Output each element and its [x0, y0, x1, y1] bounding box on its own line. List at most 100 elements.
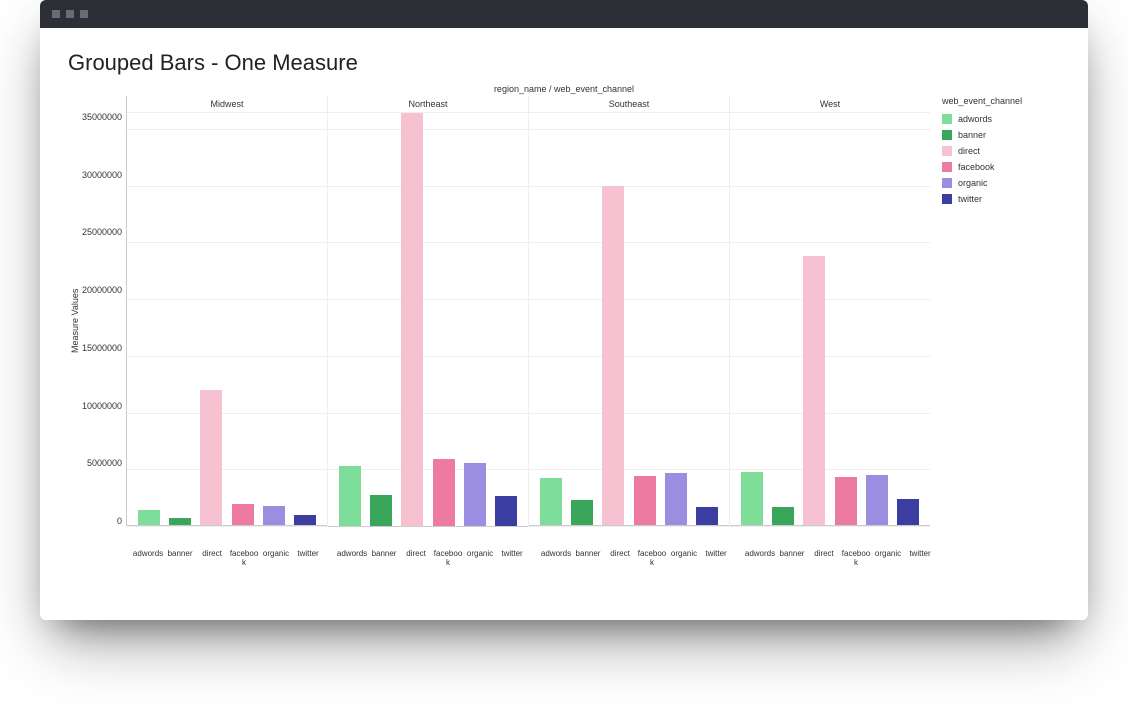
bar-slot [536, 478, 565, 526]
x-tick-label: direct [400, 549, 432, 569]
bar-slot [134, 510, 163, 526]
x-tick-label: twitter [700, 549, 732, 569]
chart-panel-southeast: Southeast [529, 96, 730, 526]
x-tick-label: adwords [336, 549, 368, 569]
bar-slot [768, 507, 797, 526]
bar-west-organic [866, 475, 888, 526]
bar-slot [800, 256, 829, 526]
x-tick-label: direct [604, 549, 636, 569]
x-tick-label: twitter [904, 549, 936, 569]
x-tick-label: facebook [432, 549, 464, 569]
y-tick-label: 20000000 [82, 285, 122, 295]
legend-item-adwords: adwords [942, 114, 1060, 124]
bar-southeast-direct [602, 186, 624, 526]
legend-label: banner [958, 130, 986, 140]
legend-label: twitter [958, 194, 982, 204]
bar-midwest-facebook [232, 504, 254, 526]
legend-swatch [942, 146, 952, 156]
bar-slot [693, 507, 722, 526]
x-tick-label: banner [164, 549, 196, 569]
x-tick-label: organic [464, 549, 496, 569]
bar-midwest-organic [263, 506, 285, 526]
x-tick-label: twitter [496, 549, 528, 569]
chart-y-axis-label: Measure Values [68, 96, 82, 546]
legend-item-organic: organic [942, 178, 1060, 188]
y-tick-label: 5000000 [87, 458, 122, 468]
panel-header: Southeast [529, 96, 729, 113]
window-titlebar [40, 0, 1088, 28]
legend-item-direct: direct [942, 146, 1060, 156]
panel-bars [127, 113, 327, 526]
chart-panel-midwest: Midwest [127, 96, 328, 526]
chart-panel-west: West [730, 96, 930, 526]
bar-slot [460, 463, 489, 527]
legend-swatch [942, 114, 952, 124]
bar-slot [228, 504, 257, 526]
panel-bars [730, 113, 930, 526]
x-tick-label: facebook [636, 549, 668, 569]
y-tick-label: 15000000 [82, 343, 122, 353]
chart-legend: web_event_channel adwords banner direct fac… [930, 96, 1060, 546]
x-tick-label: direct [808, 549, 840, 569]
bar-southeast-twitter [696, 507, 718, 526]
chart: region_name / web_event_channel Measure … [68, 84, 1060, 569]
chart-y-axis-ticks: 3500000030000000250000002000000015000000… [82, 112, 126, 526]
window-control-dot [66, 10, 74, 18]
panel-bars [328, 113, 528, 527]
page-title: Grouped Bars - One Measure [68, 50, 1060, 76]
panel-header: Northeast [328, 96, 528, 113]
x-tick-label: twitter [292, 549, 324, 569]
bar-southeast-adwords [540, 478, 562, 526]
bar-west-facebook [835, 477, 857, 526]
y-tick-label: 0 [117, 516, 122, 526]
bar-slot [429, 459, 458, 527]
legend-label: adwords [958, 114, 992, 124]
bar-west-adwords [741, 472, 763, 526]
bar-northeast-adwords [339, 466, 361, 527]
bar-slot [862, 475, 891, 526]
bar-slot [737, 472, 766, 526]
legend-label: direct [958, 146, 980, 156]
legend-swatch [942, 162, 952, 172]
chart-panel-northeast: Northeast [328, 96, 529, 526]
window: Grouped Bars - One Measure region_name /… [40, 0, 1088, 620]
legend-item-facebook: facebook [942, 162, 1060, 172]
legend-title: web_event_channel [942, 96, 1060, 106]
x-tick-label: banner [776, 549, 808, 569]
bar-midwest-direct [200, 390, 222, 526]
x-tick-label: banner [368, 549, 400, 569]
bar-southeast-banner [571, 500, 593, 526]
bar-slot [630, 476, 659, 526]
legend-item-twitter: twitter [942, 194, 1060, 204]
bar-slot [492, 496, 521, 527]
x-tick-label: facebook [840, 549, 872, 569]
x-tick-label: adwords [132, 549, 164, 569]
bar-slot [366, 495, 395, 527]
bar-slot [398, 113, 427, 527]
bar-slot [599, 186, 628, 526]
bar-slot [335, 466, 364, 527]
chart-plot-area: MidwestNortheastSoutheastWest [126, 96, 930, 526]
bar-slot [894, 499, 923, 526]
legend-swatch [942, 130, 952, 140]
bar-slot [567, 500, 596, 526]
legend-label: facebook [958, 162, 995, 172]
y-tick-label: 35000000 [82, 112, 122, 122]
bar-west-banner [772, 507, 794, 526]
window-control-dot [80, 10, 88, 18]
bar-northeast-twitter [495, 496, 517, 527]
bar-northeast-organic [464, 463, 486, 527]
bar-slot [197, 390, 226, 526]
y-tick-label: 10000000 [82, 401, 122, 411]
bar-slot [661, 473, 690, 526]
panel-header: West [730, 96, 930, 113]
window-control-dot [52, 10, 60, 18]
x-tick-label: organic [668, 549, 700, 569]
x-tick-label: facebook [228, 549, 260, 569]
panel-header: Midwest [127, 96, 327, 113]
bar-slot [259, 506, 288, 526]
panel-bars [529, 113, 729, 526]
x-tick-label: organic [260, 549, 292, 569]
y-tick-label: 25000000 [82, 227, 122, 237]
x-tick-label: direct [196, 549, 228, 569]
